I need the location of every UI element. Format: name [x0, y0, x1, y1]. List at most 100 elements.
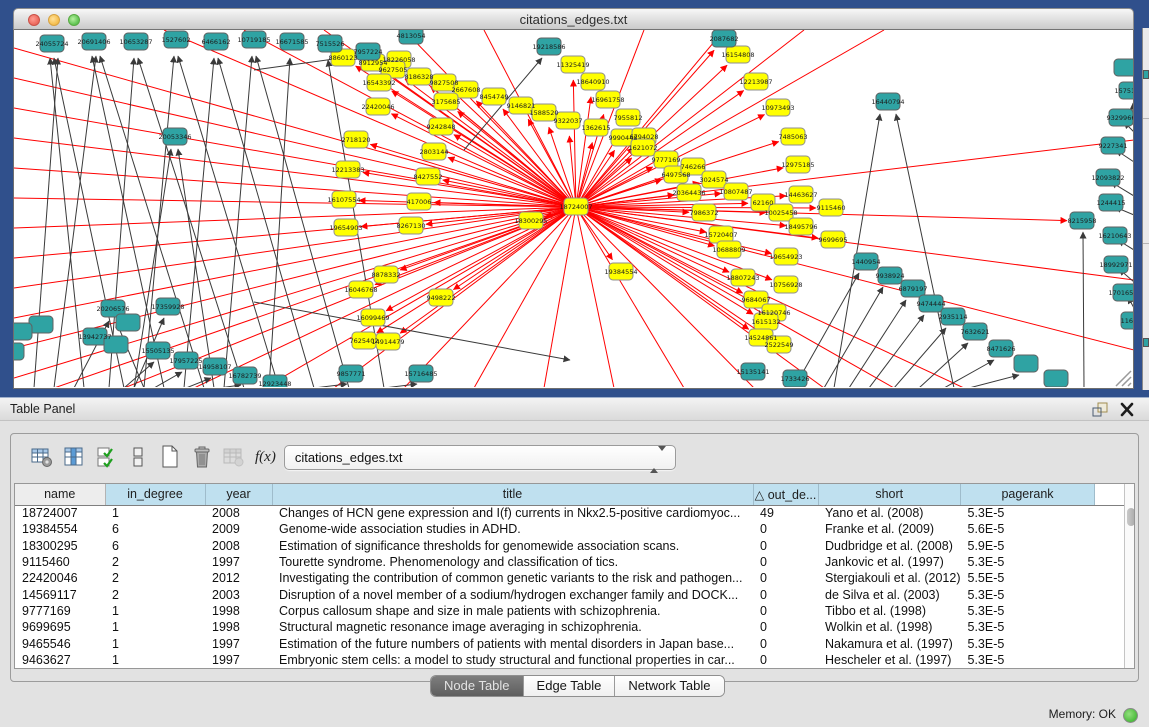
node-label: 18724007 — [559, 203, 592, 211]
node-label: 12213383 — [331, 166, 364, 174]
node-label: 2935114 — [939, 313, 968, 321]
rows-icon[interactable] — [125, 444, 151, 470]
tab-edge-table[interactable]: Edge Table — [523, 676, 615, 696]
function-builder-icon[interactable]: f(x) — [255, 449, 276, 466]
network-node[interactable] — [1014, 355, 1038, 372]
node-label: 7986372 — [690, 209, 719, 217]
network-edge — [400, 207, 576, 333]
new-document-icon[interactable] — [157, 444, 183, 470]
network-node[interactable] — [29, 316, 53, 333]
node-label: 15505135 — [141, 347, 174, 355]
network-node[interactable] — [1114, 59, 1133, 76]
node-label: 22420046 — [361, 103, 394, 111]
node-label: 20053346 — [158, 133, 191, 141]
table-scrollbar-thumb[interactable] — [1127, 508, 1135, 526]
select-check-icon[interactable] — [93, 444, 119, 470]
node-label: 2087682 — [710, 35, 739, 43]
network-edge — [969, 375, 1019, 387]
node-label: 1588520 — [530, 109, 559, 117]
show-columns-icon[interactable] — [61, 444, 87, 470]
import-table-disabled-icon — [221, 444, 247, 470]
table-cell: Structural magnetic resonance image aver… — [272, 619, 753, 635]
table-row[interactable]: 2242004622012Investigating the contribut… — [15, 570, 1124, 586]
node-label: 18640910 — [576, 78, 609, 86]
network-node[interactable] — [14, 323, 32, 340]
memory-ok-indicator — [1123, 708, 1138, 723]
column-header-pagerank[interactable]: pagerank — [961, 484, 1095, 505]
node-label: 16107554 — [327, 196, 360, 204]
node-label: 1244415 — [1097, 199, 1126, 207]
float-panel-icon[interactable] — [1091, 401, 1109, 418]
table-cell: Wolkin et al. (1998) — [818, 619, 961, 635]
node-label: 746266 — [681, 163, 706, 171]
zoom-window-button[interactable] — [68, 14, 80, 26]
table-row[interactable]: 946362711997Embryonic stem cells: a mode… — [15, 652, 1124, 668]
table-cell: de Silva et al. (2003) — [818, 586, 961, 602]
network-edge — [576, 207, 684, 387]
column-header-title[interactable]: title — [272, 484, 753, 505]
node-table[interactable]: namein_degreeyeartitle△ out_de...shortpa… — [15, 484, 1124, 668]
network-edge — [14, 207, 576, 348]
table-selector-dropdown[interactable]: citations_edges.txt — [284, 445, 676, 470]
table-row[interactable]: 1872400712008Changes of HCN gene express… — [15, 505, 1124, 521]
node-label: 16099469 — [356, 314, 389, 322]
table-cell: Embryonic stem cells: a model to study s… — [272, 652, 753, 668]
node-label: 6879197 — [899, 285, 928, 293]
node-label: 14958107 — [198, 363, 231, 371]
node-label: 1733426 — [781, 375, 810, 383]
network-edge — [824, 287, 883, 387]
table-row[interactable]: 911546021997Tourette syndrome. Phenomeno… — [15, 554, 1124, 570]
window-titlebar[interactable]: citations_edges.txt — [13, 8, 1134, 30]
table-row[interactable]: 1938455462009Genome-wide association stu… — [15, 521, 1124, 537]
table-row[interactable]: 969969511998Structural magnetic resonanc… — [15, 619, 1124, 635]
node-label: 12213987 — [739, 78, 772, 86]
table-row[interactable]: 946554611997Estimation of the future num… — [15, 635, 1124, 651]
table-settings-icon[interactable] — [29, 444, 55, 470]
table-cell: 5.5E-5 — [961, 570, 1095, 586]
table-cell: 0 — [753, 619, 818, 635]
column-header-name[interactable]: name — [15, 484, 105, 505]
node-label: 17016504 — [1108, 289, 1133, 297]
close-window-button[interactable] — [28, 14, 40, 26]
node-label: 9857771 — [337, 370, 366, 378]
table-cell: 2009 — [205, 521, 272, 537]
node-label: 1362615 — [582, 124, 611, 132]
node-label: 7515526 — [316, 40, 345, 48]
table-cell: 1 — [105, 652, 205, 668]
node-label: 12975185 — [781, 161, 814, 169]
table-cell — [1095, 619, 1124, 635]
column-header-year[interactable]: year — [205, 484, 272, 505]
node-label: 16210643 — [1098, 232, 1131, 240]
table-row[interactable]: 1830029562008Estimation of significance … — [15, 538, 1124, 554]
resize-grip[interactable] — [1116, 371, 1131, 386]
tab-network-table[interactable]: Network Table — [614, 676, 723, 696]
column-header-short[interactable]: short — [818, 484, 961, 505]
table-row[interactable]: 977716911998Corpus callosum shape and si… — [15, 603, 1124, 619]
network-node[interactable] — [14, 343, 24, 360]
table-row[interactable]: 1456911722003Disruption of a novel membe… — [15, 586, 1124, 602]
table-scrollbar[interactable] — [1124, 484, 1136, 668]
close-panel-icon[interactable] — [1118, 401, 1136, 418]
network-edge — [576, 207, 706, 232]
node-label: 16440794 — [871, 98, 904, 106]
table-cell: 0 — [753, 554, 818, 570]
node-label: 19218586 — [532, 43, 565, 51]
network-node[interactable] — [1044, 370, 1068, 387]
minimize-window-button[interactable] — [48, 14, 60, 26]
column-header-out_de[interactable]: △ out_de... — [753, 484, 818, 505]
node-label: 9115460 — [817, 204, 846, 212]
node-label: 2803144 — [420, 148, 449, 156]
trash-icon[interactable] — [189, 444, 215, 470]
network-graph[interactable]: 1872400711325419186409101696175879558121… — [14, 30, 1133, 387]
table-cell: 5.3E-5 — [961, 505, 1095, 521]
background-window-edge — [1142, 28, 1149, 390]
column-header-in_degree[interactable]: in_degree — [105, 484, 205, 505]
network-canvas[interactable]: 1872400711325419186409101696175879558121… — [13, 30, 1134, 389]
tab-node-table[interactable]: Node Table — [431, 676, 523, 696]
table-cell: Changes of HCN gene expression and I(f) … — [272, 505, 753, 521]
node-label: 11325419 — [556, 61, 589, 69]
node-label: 18992971 — [1099, 261, 1132, 269]
network-node[interactable] — [116, 314, 140, 331]
node-label: 14914479 — [371, 338, 404, 346]
node-label: 7955812 — [614, 114, 643, 122]
